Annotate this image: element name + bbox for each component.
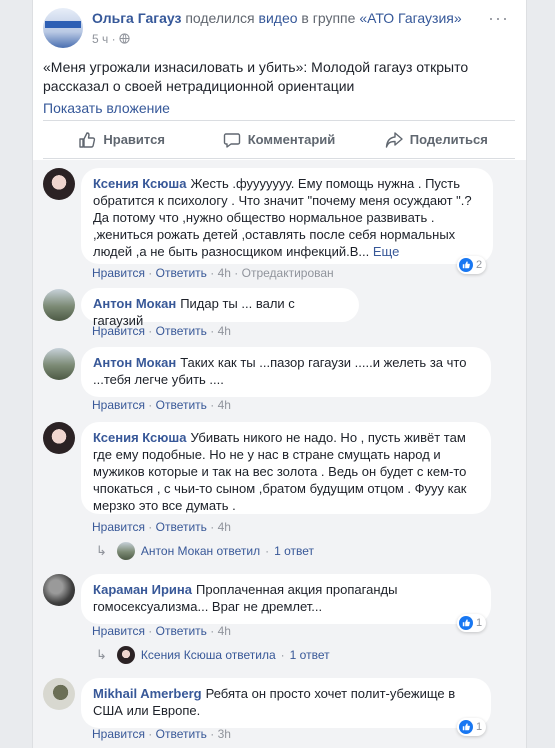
post-text: «Меня угрожали изнасиловать и убить»: Мо… (43, 59, 469, 94)
more-options-icon[interactable]: ··· (488, 8, 509, 29)
like-label: Нравится (103, 132, 165, 147)
comment-actions: Нравится · Ответить · 4h (92, 324, 231, 338)
post-header: Ольга Гагауз поделился видео в группе «А… (43, 8, 513, 48)
show-attachment-link[interactable]: Показать вложение (43, 100, 170, 116)
comment-time[interactable]: 4h (218, 520, 231, 534)
reply-action-text: ответил (216, 544, 261, 558)
comment-like-link[interactable]: Нравится (92, 727, 145, 741)
reply-action-text: ответила (225, 648, 276, 662)
reaction-count[interactable]: 1 (457, 614, 487, 632)
avatar (116, 646, 135, 664)
share-label: Поделиться (409, 132, 488, 147)
post-actions-bar: Нравится Комментарий Поделиться (43, 120, 515, 159)
thumbs-up-icon (79, 131, 96, 148)
view-replies-link[interactable]: ↳ Ксения Ксюша ответила · 1 ответ (96, 646, 330, 664)
reaction-count[interactable]: 1 (457, 718, 487, 736)
commenter-name[interactable]: Караман Ирина (93, 582, 192, 597)
commenter-name[interactable]: Ксения Ксюша (93, 176, 186, 191)
comment-time[interactable]: 4h (218, 266, 231, 280)
video-link[interactable]: видео (259, 10, 298, 26)
comment-time[interactable]: 4h (218, 324, 231, 338)
share-arrow-icon (385, 131, 403, 148)
share-button[interactable]: Поделиться (358, 121, 515, 158)
comment-actions: Нравится · Ответить · 4h (92, 624, 231, 638)
post-header-line: Ольга Гагауз поделился видео в группе «А… (92, 10, 462, 26)
edited-label: Отредактирован (241, 266, 334, 280)
like-reaction-icon (459, 616, 473, 630)
in-group-text: в группе (301, 10, 356, 26)
like-reaction-icon (459, 258, 473, 272)
commenter-name[interactable]: Антон Мокан (93, 296, 176, 311)
comment-reply-link[interactable]: Ответить (156, 398, 207, 412)
comment-like-link[interactable]: Нравится (92, 520, 145, 534)
commenter-name[interactable]: Mikhail Amerberg (93, 686, 202, 701)
shared-text: поделился (185, 10, 255, 26)
globe-icon (119, 33, 130, 44)
view-replies-link[interactable]: ↳ Антон Мокан ответил · 1 ответ (96, 542, 314, 560)
group-avatar[interactable] (43, 8, 83, 48)
post-time[interactable]: 5 ч (92, 32, 108, 46)
comment-bubble: Караман Ирина Проплаченная акция пропаган… (81, 574, 491, 624)
comment-like-link[interactable]: Нравится (92, 398, 145, 412)
comment-reply-link[interactable]: Ответить (156, 624, 207, 638)
comment-bubble: Mikhail Amerberg Ребята он просто хочет п… (81, 678, 491, 728)
comments-section: Ксения Ксюша Жесть .фууууууу. Ему помощь … (33, 160, 526, 748)
reply-author: Ксения Ксюша (140, 648, 223, 662)
comment-like-link[interactable]: Нравится (92, 324, 145, 338)
like-button[interactable]: Нравится (43, 121, 200, 158)
reply-count: 1 ответ (289, 648, 330, 662)
comment-reply-link[interactable]: Ответить (156, 266, 207, 280)
reply-count: 1 ответ (274, 544, 315, 558)
reaction-number: 1 (476, 721, 483, 733)
see-more-link[interactable]: Еще (373, 244, 399, 259)
reaction-count[interactable]: 2 (457, 256, 487, 274)
avatar[interactable] (43, 678, 75, 710)
comment-like-link[interactable]: Нравится (92, 624, 145, 638)
comment-time[interactable]: 4h (218, 624, 231, 638)
group-link[interactable]: «АТО Гагаузия» (359, 10, 461, 26)
avatar[interactable] (43, 289, 75, 321)
comment-bubble: Антон Мокан Пидар ты ... вали с гагаузий (81, 288, 359, 328)
like-reaction-icon (459, 720, 473, 734)
comment-reply-link[interactable]: Ответить (156, 727, 207, 741)
comment-like-link[interactable]: Нравится (92, 266, 145, 280)
avatar[interactable] (43, 348, 75, 380)
post-meta: 5 ч · (92, 32, 130, 46)
comment-reply-link[interactable]: Ответить (156, 324, 207, 338)
comment-bubble: Антон Мокан Таких как ты ...пазор гагаузи… (81, 347, 491, 397)
commenter-name[interactable]: Антон Мокан (93, 355, 176, 370)
reply-arrow-icon: ↳ (96, 647, 107, 662)
reply-arrow-icon: ↳ (96, 543, 107, 558)
avatar[interactable] (43, 574, 75, 606)
comment-actions: Нравится · Ответить · 4h · Отредактирова… (92, 266, 334, 280)
comment-time[interactable]: 3h (218, 727, 231, 741)
reply-author: Антон Мокан (140, 544, 214, 558)
comment-actions: Нравится · Ответить · 4h (92, 520, 231, 534)
avatar (116, 542, 135, 560)
comment-actions: Нравится · Ответить · 3h (92, 727, 231, 741)
post-card: Ольга Гагауз поделился видео в группе «А… (32, 0, 527, 748)
comment-bubble: Ксения Ксюша Жесть .фууууууу. Ему помощь … (81, 168, 493, 264)
avatar[interactable] (43, 422, 75, 454)
comment-label: Комментарий (247, 132, 336, 147)
post-author-link[interactable]: Ольга Гагауз (92, 10, 181, 26)
avatar[interactable] (43, 168, 75, 200)
comment-time[interactable]: 4h (218, 398, 231, 412)
comment-button[interactable]: Комментарий (200, 121, 357, 158)
speech-bubble-icon (223, 132, 240, 148)
comment-actions: Нравится · Ответить · 4h (92, 398, 231, 412)
reaction-number: 1 (476, 617, 483, 629)
reaction-number: 2 (476, 259, 483, 271)
comment-reply-link[interactable]: Ответить (156, 520, 207, 534)
commenter-name[interactable]: Ксения Ксюша (93, 430, 186, 445)
comment-bubble: Ксения Ксюша Убивать никого не надо. Но ,… (81, 422, 491, 514)
